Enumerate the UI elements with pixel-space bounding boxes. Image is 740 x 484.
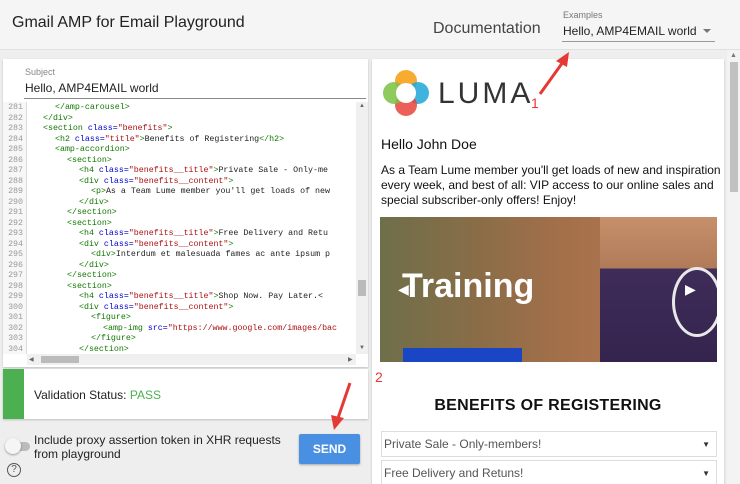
annotation-arrow-1 — [538, 61, 565, 95]
annotation-overlay — [331, 52, 569, 430]
annotation-number-1: 1 — [531, 95, 539, 111]
annotation-number-2: 2 — [375, 369, 383, 385]
annotation-arrowhead-2 — [331, 415, 344, 430]
annotation-arrow-2 — [336, 382, 352, 419]
